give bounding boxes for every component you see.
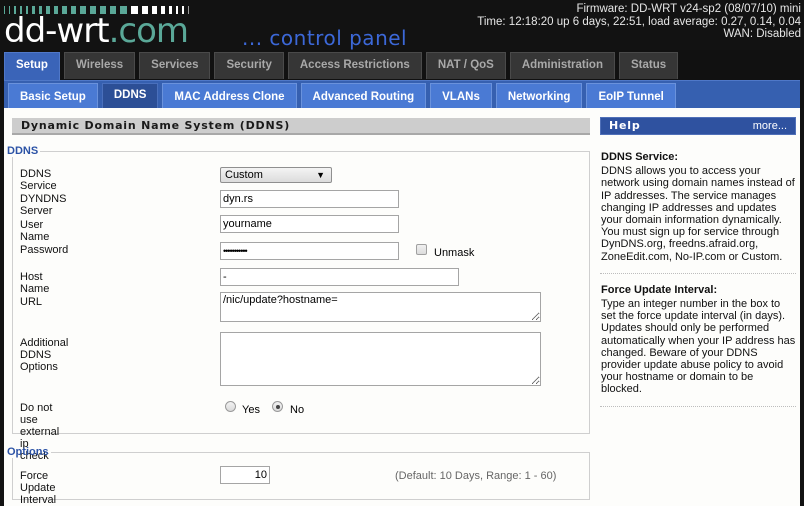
unmask-label: Unmask: [434, 247, 475, 259]
logo: dd-wrt.com: [4, 11, 189, 51]
stripe-segment: [188, 6, 189, 14]
help-block-ddns-service: DDNS Service: DDNS allows you to access …: [600, 141, 796, 274]
help-more-link[interactable]: more...: [753, 118, 787, 134]
logo-suffix: .com: [108, 11, 189, 51]
options-legend: Options: [7, 446, 49, 458]
ddns-legend: DDNS: [7, 145, 39, 157]
external-ip-no-radio[interactable]: [272, 401, 283, 412]
external-ip-yes-label: Yes: [242, 404, 260, 416]
uptime-info: Time: 12:18:20 up 6 days, 22:51, load av…: [477, 15, 801, 28]
help-title: Help: [609, 119, 641, 132]
tab-services[interactable]: Services: [139, 52, 211, 79]
help-text: DDNS allows you to access your network u…: [601, 165, 795, 263]
firmware-info: Firmware: DD-WRT v24-sp2 (08/07/10) mini…: [477, 3, 801, 41]
right-border: [800, 108, 804, 506]
tab-wireless[interactable]: Wireless: [63, 52, 136, 79]
subtab-eoip-tunnel[interactable]: EoIP Tunnel: [586, 83, 676, 109]
external-ip-no-label: No: [290, 404, 305, 416]
username-label: User Name: [20, 219, 50, 243]
help-heading: Force Update Interval:: [601, 283, 718, 296]
help-body: DDNS Service: DDNS allows you to access …: [600, 141, 796, 407]
chevron-down-icon: ▼: [316, 170, 325, 180]
subtab-vlans[interactable]: VLANs: [430, 83, 492, 109]
ddns-service-value: Custom: [225, 169, 263, 181]
external-ip-yes-radio[interactable]: [225, 401, 236, 412]
tagline: ... control panel: [242, 26, 408, 50]
force-update-input[interactable]: [220, 466, 270, 484]
section-title: Dynamic Domain Name System (DDNS): [12, 118, 590, 135]
subtab-ddns[interactable]: DDNS: [101, 83, 159, 109]
url-label: URL: [20, 296, 43, 308]
tab-setup[interactable]: Setup: [4, 52, 60, 80]
unmask-checkbox[interactable]: [416, 244, 427, 255]
wan-status: WAN: Disabled: [723, 28, 801, 40]
additional-options-label: Additional DDNS Options: [20, 337, 69, 373]
main-panel: Dynamic Domain Name System (DDNS) DDNS D…: [4, 108, 594, 506]
tab-nat-qos[interactable]: NAT / QoS: [425, 52, 506, 79]
ddns-service-label: DDNS Service: [20, 168, 57, 192]
hostname-input[interactable]: [220, 268, 459, 286]
dyndns-server-input[interactable]: [220, 190, 399, 208]
sub-tabs: Basic Setup DDNS MAC Address Clone Advan…: [4, 80, 800, 109]
ddns-fieldset: DDNS: [7, 145, 590, 434]
subtab-advanced-routing[interactable]: Advanced Routing: [300, 83, 427, 109]
tab-status[interactable]: Status: [618, 52, 679, 79]
hostname-label: Host Name: [20, 271, 50, 295]
tab-administration[interactable]: Administration: [509, 52, 615, 79]
content-area: Dynamic Domain Name System (DDNS) DDNS D…: [4, 108, 800, 506]
subtab-networking[interactable]: Networking: [495, 83, 583, 109]
main-tabs: Setup Wireless Services Security Access …: [0, 52, 679, 80]
header-bar: dd-wrt.com ... control panel Firmware: D…: [0, 0, 804, 51]
url-textarea[interactable]: /nic/update?hostname=: [220, 292, 541, 322]
ddns-service-select[interactable]: Custom ▼: [220, 167, 332, 183]
tab-security[interactable]: Security: [214, 52, 284, 79]
dyndns-server-label: DYNDNS Server: [20, 193, 67, 217]
password-label: Password: [20, 244, 69, 256]
help-panel: Help more...: [600, 117, 796, 135]
password-input[interactable]: [220, 242, 399, 260]
force-update-hint: (Default: 10 Days, Range: 1 - 60): [395, 470, 557, 482]
subtab-mac-address-clone[interactable]: MAC Address Clone: [162, 83, 297, 109]
additional-options-textarea[interactable]: [220, 332, 541, 386]
help-text: Type an integer number in the box to set…: [601, 298, 796, 396]
help-heading: DDNS Service:: [601, 151, 679, 163]
tab-access-restrictions[interactable]: Access Restrictions: [287, 52, 422, 79]
subtab-basic-setup[interactable]: Basic Setup: [8, 83, 98, 109]
firmware-version: Firmware: DD-WRT v24-sp2 (08/07/10) mini: [576, 3, 801, 15]
logo-main: dd-wrt: [4, 11, 110, 51]
help-header: Help more...: [600, 117, 796, 135]
username-input[interactable]: [220, 215, 399, 233]
help-block-force-update: Force Update Interval: Type an integer n…: [600, 274, 796, 407]
force-update-label: Force Update Interval: [20, 470, 57, 506]
